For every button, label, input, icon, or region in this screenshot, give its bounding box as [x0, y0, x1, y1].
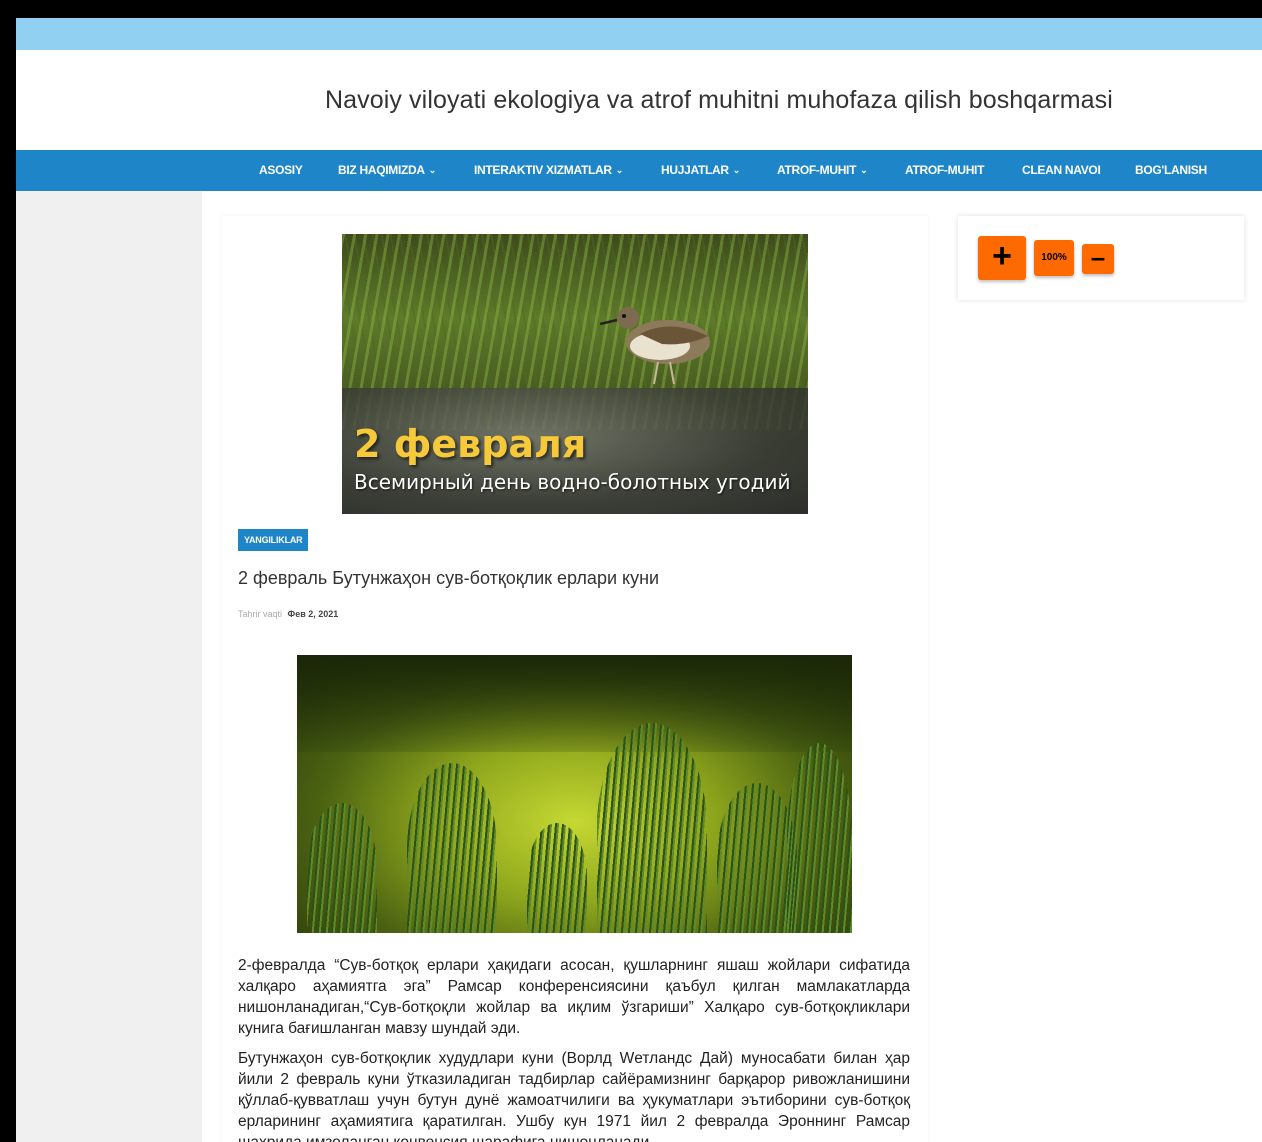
site-title[interactable]: Navoiy viloyati ekologiya va atrof muhit… — [325, 86, 1113, 115]
nav-label: HUJJATLAR — [661, 163, 729, 177]
nav-item-interaktiv-xizmatlar[interactable]: INTERAKTIV XIZMATLAR ⌄ — [474, 150, 623, 191]
hero-subtitle: Всемирный день водно-болотных угодий — [354, 470, 791, 494]
article-title[interactable]: 2 февраль Бутунжаҳон сув-ботқоқлик ерлар… — [238, 568, 659, 589]
nav-label: ASOSIY — [259, 163, 303, 177]
chevron-down-icon: ⌄ — [428, 165, 437, 175]
nav-item-atrof-muhit-dropdown[interactable]: ATROF-MUHIT ⌄ — [777, 150, 868, 191]
grass-tuft — [527, 823, 587, 933]
hero-image[interactable]: 2 февраля Всемирный день водно-болотных … — [342, 234, 808, 514]
nav-label: INTERAKTIV XIZMATLAR — [474, 163, 612, 177]
main-navigation: ASOSIY BIZ HAQIMIZDA ⌄ INTERAKTIV XIZMATL… — [16, 150, 1262, 191]
top-bar — [16, 18, 1262, 50]
nav-label: CLEAN NAVOI — [1022, 163, 1101, 177]
chevron-down-icon: ⌄ — [615, 165, 624, 175]
post-date: Фев 2, 2021 — [287, 609, 339, 619]
nav-label: ATROF-MUHIT — [905, 163, 985, 177]
nav-item-clean-navoi[interactable]: CLEAN NAVOI — [1022, 150, 1101, 191]
hero-title: 2 февраля — [354, 422, 587, 466]
grass-tuft — [407, 763, 497, 933]
nav-label: BIZ HAQIMIZDA — [338, 163, 425, 177]
site-header: Navoiy viloyati ekologiya va atrof muhit… — [16, 50, 1262, 150]
grass-tuft — [717, 783, 797, 933]
nav-label: ATROF-MUHIT — [777, 163, 857, 177]
nav-label: BOG'LANISH — [1135, 163, 1207, 177]
zoom-widget: + 100% – — [958, 216, 1244, 300]
browser-viewport: Navoiy viloyati ekologiya va atrof muhit… — [16, 18, 1262, 1142]
content-area: 2 февраля Всемирный день водно-болотных … — [202, 191, 1262, 1142]
article-paragraph: 2-февралда “Сув-ботқоқ ерлари ҳақидаги а… — [238, 957, 910, 1037]
zoom-out-button[interactable]: – — [1082, 244, 1114, 274]
left-gutter — [16, 191, 202, 1142]
nav-item-biz-haqimizda[interactable]: BIZ HAQIMIZDA ⌄ — [338, 150, 436, 191]
grass-tuft — [597, 723, 707, 933]
chevron-down-icon: ⌄ — [732, 165, 741, 175]
chevron-down-icon: ⌄ — [860, 165, 868, 175]
nav-item-hujjatlar[interactable]: HUJJATLAR ⌄ — [661, 150, 740, 191]
category-badge[interactable]: YANGILIKLAR — [238, 529, 309, 551]
sandpiper-bird-image — [600, 307, 710, 384]
swamp-shadow — [297, 655, 852, 753]
grass-tuft — [787, 743, 852, 933]
nav-item-atrof-muhit[interactable]: ATROF-MUHIT — [905, 150, 984, 191]
article-paragraph: Бутунжаҳон сув-ботқоқлик худудлари куни … — [238, 1050, 910, 1142]
zoom-reset-button[interactable]: 100% — [1034, 240, 1074, 276]
swamp-image — [297, 655, 852, 933]
post-meta: Tahrir vaqti Фев 2, 2021 — [238, 609, 338, 619]
grass-tuft — [307, 803, 377, 933]
nav-item-asosiy[interactable]: ASOSIY — [259, 150, 303, 191]
meta-label: Tahrir vaqti — [238, 609, 283, 619]
article-card: 2 февраля Всемирный день водно-болотных … — [222, 216, 928, 1142]
nav-item-boglanish[interactable]: BOG'LANISH — [1135, 150, 1207, 191]
zoom-in-button[interactable]: + — [978, 236, 1026, 280]
